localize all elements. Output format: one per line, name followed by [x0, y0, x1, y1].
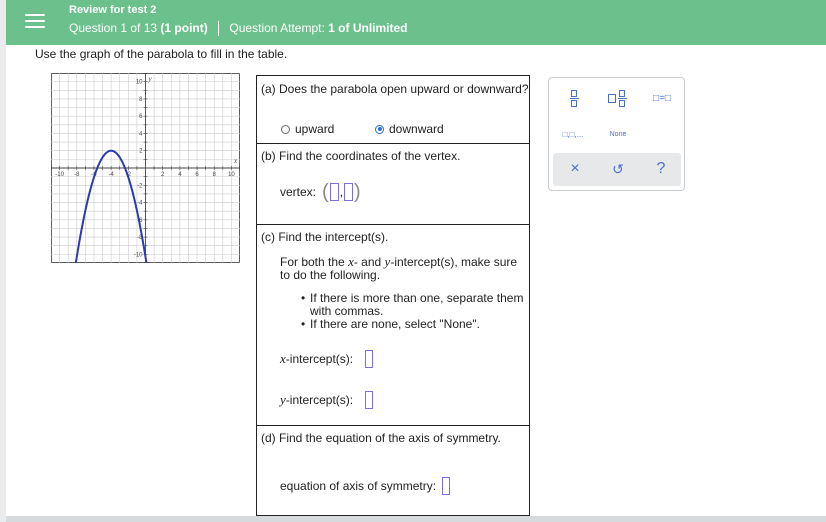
axis-symmetry-input[interactable]	[442, 477, 451, 495]
option-downward-label: downward	[389, 122, 444, 136]
part-c-bullets: If there is more than one, separate them…	[301, 292, 529, 332]
math-palette: □=□ □,□,... None × ↺ ?	[548, 77, 685, 191]
y-intercept-row: y-intercept(s):	[280, 391, 374, 409]
undo-icon[interactable]: ↺	[608, 159, 628, 179]
radio-upward[interactable]	[281, 124, 290, 134]
y-tick-label: -10	[134, 252, 143, 258]
x-tick-label: -4	[108, 172, 114, 178]
close-paren: )	[354, 181, 361, 203]
vertex-x-input[interactable]	[329, 183, 339, 201]
equation-icon: □=□	[653, 92, 671, 104]
x-intercept-text: -intercept(s):	[285, 352, 354, 366]
question-content: Use the graph of the parabola to fill in…	[6, 45, 826, 516]
header-bar: Review for test 2 Question 1 of 13 (1 po…	[6, 0, 826, 45]
assignment-title: Review for test 2	[69, 4, 157, 16]
axis-symmetry-label: equation of axis of symmetry:	[280, 479, 437, 493]
x-tick-label: -8	[74, 172, 80, 178]
x-tick-label: -10	[55, 172, 64, 178]
mixed-number-button[interactable]	[603, 86, 631, 110]
parabola-graph: -10 -8 -6 -4 -2 2 4 6 8 10108642-2-4-6-8-10xy	[51, 73, 240, 263]
bullet-item: If there is more than one, separate them…	[301, 292, 529, 317]
clear-icon[interactable]: ×	[565, 159, 585, 179]
mixed-number-icon	[607, 89, 627, 107]
fraction-icon	[569, 89, 579, 107]
open-paren: (	[322, 181, 329, 203]
part-c-section: (c) Find the intercept(s). For both the …	[257, 224, 529, 426]
intro-text-1: For both the	[280, 255, 345, 269]
bullet-item: If there are none, select "None".	[301, 318, 529, 331]
y-tick-label: -2	[137, 183, 143, 189]
help-icon[interactable]: ?	[651, 159, 671, 179]
y-intercept-input[interactable]	[365, 391, 374, 409]
part-b-section: (b) Find the coordinates of the vertex. …	[257, 143, 529, 225]
part-d-section: (d) Find the equation of the axis of sym…	[257, 425, 529, 515]
part-a-question: (a) Does the parabola open upward or dow…	[261, 82, 529, 96]
y-tick-label: -4	[137, 201, 143, 207]
intro-text-2: - and	[353, 255, 382, 269]
vertex-label: vertex:	[280, 185, 317, 199]
vertex-input: ( , )	[322, 181, 361, 203]
question-info: Question 1 of 13 (1 point) Question Atte…	[69, 21, 408, 37]
list-button[interactable]: □,□,...	[557, 124, 589, 144]
y-tick-label: 10	[136, 80, 143, 86]
question-number: Question 1 of 13	[69, 21, 158, 35]
option-upward-label: upward	[295, 122, 335, 136]
y-intercept-text: -intercept(s):	[285, 393, 354, 407]
vertex-y-input[interactable]	[344, 183, 354, 201]
part-b-question: (b) Find the coordinates of the vertex.	[261, 149, 461, 163]
none-label: None	[609, 130, 627, 138]
y-intercept-label: y-intercept(s):	[280, 392, 353, 408]
part-c-instructions: For both the x- and y-intercept(s), make…	[280, 255, 526, 282]
x-tick-label: 10	[228, 172, 235, 178]
list-icon: □,□,...	[562, 129, 584, 139]
answer-table: (a) Does the parabola open upward or dow…	[256, 75, 530, 516]
part-c-question: (c) Find the intercept(s).	[261, 230, 389, 244]
x-intercept-label: x-intercept(s):	[280, 351, 353, 367]
option-upward[interactable]: upward	[281, 122, 334, 136]
question-points: (1 point)	[160, 21, 208, 35]
bottom-scrollbar	[6, 516, 826, 522]
part-d-question: (d) Find the equation of the axis of sym…	[261, 431, 501, 445]
comma: ,	[339, 185, 344, 199]
attempt-label: Question Attempt:	[229, 21, 325, 35]
none-button[interactable]: None	[603, 124, 633, 144]
menu-icon[interactable]	[22, 10, 48, 34]
equation-button[interactable]: □=□	[645, 86, 679, 110]
palette-actions: × ↺ ?	[553, 153, 681, 186]
part-a-section: (a) Does the parabola open upward or dow…	[257, 76, 529, 144]
fraction-button[interactable]	[563, 86, 585, 110]
option-downward[interactable]: downward	[375, 122, 444, 136]
radio-downward[interactable]	[375, 124, 384, 134]
header-divider	[218, 21, 220, 37]
axis-symmetry-row: equation of axis of symmetry:	[280, 477, 451, 495]
x-intercept-row: x-intercept(s):	[280, 350, 374, 368]
instruction-text: Use the graph of the parabola to fill in…	[35, 47, 288, 61]
attempt-value: 1 of Unlimited	[328, 21, 408, 35]
x-intercept-input[interactable]	[365, 350, 374, 368]
vertex-row: vertex: ( , )	[280, 181, 361, 203]
